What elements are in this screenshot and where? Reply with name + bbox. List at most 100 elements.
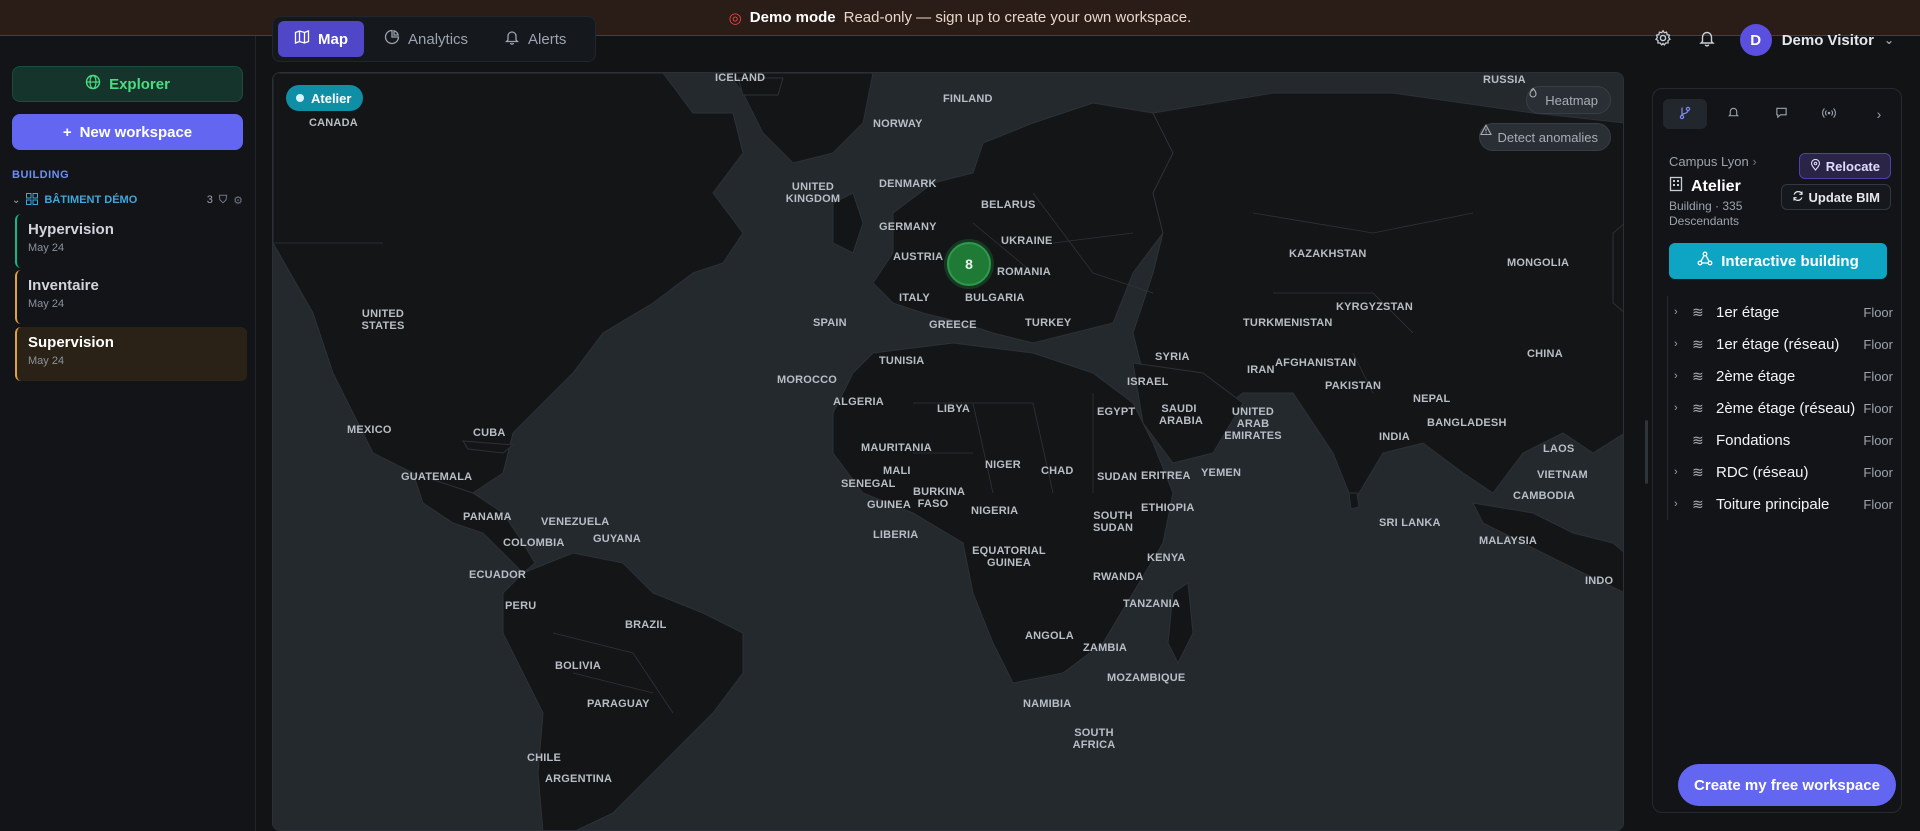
floor-name: Fondations	[1716, 431, 1791, 449]
country-label: ANGOLA	[1025, 630, 1074, 642]
avatar: D	[1739, 24, 1772, 56]
country-label: PERU	[505, 600, 537, 612]
floor-type: Floor	[1863, 432, 1893, 448]
country-label: ROMANIA	[997, 266, 1051, 278]
settings-gear-icon[interactable]	[1652, 29, 1674, 52]
tab-map[interactable]: Map	[278, 21, 364, 57]
panel-resize-handle[interactable]	[1645, 420, 1648, 484]
create-free-workspace-button[interactable]: Create my free workspace	[1678, 764, 1896, 806]
layers-icon: ≋	[1692, 335, 1704, 352]
world-map[interactable]: ICELAND RUSSIA FINLAND CANADA NORWAY UNI…	[272, 72, 1624, 831]
country-label: EQUATORIAL GUINEA	[972, 545, 1046, 569]
country-label: UNITED STATES	[361, 308, 405, 332]
tree-row-floor[interactable]: › ≋ 2ème étage (réseau) Floor	[1668, 392, 1901, 424]
bell-icon	[1727, 106, 1740, 122]
country-label: VIETNAM	[1537, 469, 1588, 481]
chevron-right-icon[interactable]: ›	[1674, 402, 1688, 414]
tree-row-floor[interactable]: ≋ Fondations Floor	[1668, 424, 1901, 456]
country-label: SPAIN	[813, 317, 847, 329]
chevron-right-icon[interactable]: ›	[1674, 498, 1688, 510]
country-label: CAMBODIA	[1513, 490, 1576, 502]
selected-building-chip[interactable]: Atelier	[286, 85, 364, 111]
country-label: TANZANIA	[1123, 598, 1180, 610]
chevron-right-icon[interactable]: ›	[1674, 338, 1688, 350]
country-label: BRAZIL	[625, 619, 667, 631]
country-label: GUINEA	[867, 499, 911, 511]
new-workspace-button[interactable]: + New workspace	[12, 114, 243, 150]
country-label: BELARUS	[981, 199, 1036, 211]
layers-icon: ≋	[1692, 367, 1704, 384]
workspace-name: Inventaire	[28, 277, 99, 294]
tree-row-floor[interactable]: › ≋ Toiture principale Floor	[1668, 488, 1901, 520]
country-label: UNITED KINGDOM	[785, 181, 841, 205]
shield-icon[interactable]: ⛉	[219, 194, 227, 207]
country-label: GUYANA	[593, 533, 641, 545]
country-label: SRI LANKA	[1379, 517, 1441, 529]
country-label: MEXICO	[347, 424, 392, 436]
view-tabs: Map Analytics Alerts	[272, 16, 596, 62]
workspace-date: May 24	[28, 298, 65, 310]
floor-name: RDC (réseau)	[1716, 463, 1809, 481]
country-label: MALAYSIA	[1479, 535, 1538, 547]
country-label: ITALY	[899, 292, 930, 304]
country-label: ALGERIA	[833, 396, 884, 408]
relocate-label: Relocate	[1825, 158, 1880, 174]
panel-tabs: ›	[1663, 99, 1891, 129]
tab-sensors[interactable]	[1807, 99, 1851, 129]
breadcrumb-campus[interactable]: Campus Lyon	[1669, 154, 1749, 169]
gear-icon[interactable]: ⚙	[233, 194, 243, 207]
building-title: Atelier	[1669, 176, 1741, 197]
country-label: CHINA	[1527, 348, 1563, 360]
country-label: CHAD	[1041, 465, 1074, 477]
workspace-item-inventaire[interactable]: Inventaire May 24	[15, 270, 247, 324]
country-label: GERMANY	[879, 221, 937, 233]
building-cluster-marker[interactable]: 8	[947, 242, 991, 286]
detect-anomalies-button[interactable]: Detect anomalies	[1478, 123, 1611, 151]
tree-row-floor[interactable]: › ≋ RDC (réseau) Floor	[1668, 456, 1901, 488]
cluster-count: 8	[965, 256, 973, 272]
interactive-building-button[interactable]: Interactive building	[1669, 243, 1887, 279]
country-label: UNITED ARAB EMIRATES	[1224, 406, 1282, 442]
tab-alerts[interactable]	[1711, 99, 1755, 129]
chevron-right-icon[interactable]: ›	[1674, 306, 1688, 318]
country-label: MONGOLIA	[1507, 257, 1570, 269]
explorer-button[interactable]: Explorer	[12, 66, 243, 102]
tab-alerts[interactable]: Alerts	[488, 21, 582, 57]
signal-icon	[1822, 106, 1836, 123]
workspace-name: Supervision	[28, 334, 114, 351]
tree-row-floor[interactable]: › ≋ 1er étage (réseau) Floor	[1668, 328, 1901, 360]
country-label: EGYPT	[1097, 406, 1136, 418]
country-label: BULGARIA	[965, 292, 1025, 304]
workspace-item-supervision[interactable]: Supervision May 24	[15, 327, 247, 381]
heatmap-button[interactable]: Heatmap	[1526, 86, 1611, 114]
tree-row-floor[interactable]: › ≋ 2ème étage Floor	[1668, 360, 1901, 392]
anomalies-label: Detect anomalies	[1497, 129, 1598, 145]
chevron-down-icon[interactable]: ⌄	[12, 195, 20, 206]
chevron-right-icon[interactable]: ›	[1674, 466, 1688, 478]
country-label: RUSSIA	[1483, 74, 1526, 86]
chevron-right-icon[interactable]: ›	[1867, 99, 1891, 129]
tree-row-floor[interactable]: › ≋ 1er étage Floor	[1668, 296, 1901, 328]
workspace-item-hypervision[interactable]: Hypervision May 24	[15, 214, 247, 268]
country-label: BANGLADESH	[1427, 417, 1507, 429]
country-label: TURKMENISTAN	[1243, 317, 1333, 329]
notifications-bell-icon[interactable]	[1696, 29, 1718, 52]
tab-analytics[interactable]: Analytics	[368, 21, 484, 57]
update-bim-button[interactable]: Update BIM	[1780, 184, 1891, 210]
floor-name: Toiture principale	[1716, 495, 1830, 513]
country-label: TURKEY	[1025, 317, 1072, 329]
tab-comments[interactable]	[1759, 99, 1803, 129]
country-label: COLOMBIA	[503, 537, 565, 549]
country-label: GUATEMALA	[401, 471, 473, 483]
chevron-right-icon[interactable]: ›	[1674, 370, 1688, 382]
country-label: CANADA	[309, 117, 358, 129]
breadcrumb[interactable]: Campus Lyon ›	[1669, 154, 1757, 169]
floor-name: 2ème étage	[1716, 367, 1796, 385]
tab-hierarchy[interactable]	[1663, 99, 1707, 129]
country-label: KENYA	[1147, 552, 1186, 564]
user-menu[interactable]: D Demo Visitor ⌄	[1739, 24, 1894, 56]
workspace-group[interactable]: ⌄ BÂTIMENT DÉMO 3 ⛉ ⚙	[12, 191, 243, 209]
layers-icon: ≋	[1692, 495, 1704, 512]
relocate-button[interactable]: Relocate	[1798, 153, 1891, 179]
country-label: ERITREA	[1141, 470, 1191, 482]
